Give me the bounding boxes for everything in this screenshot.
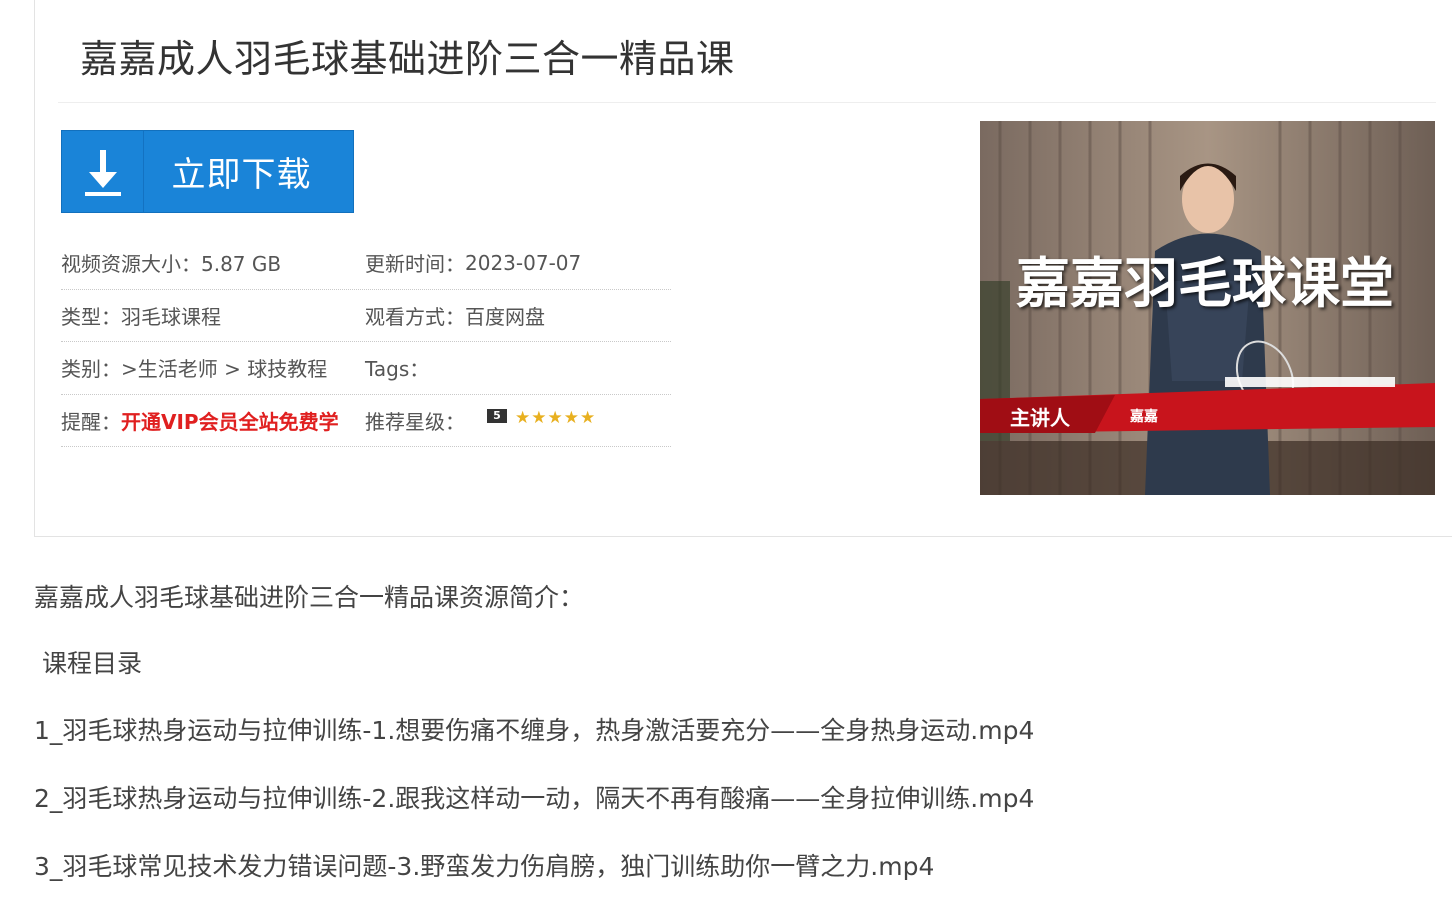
download-arrow-icon bbox=[62, 131, 144, 212]
stars-label: 推荐星级： bbox=[365, 409, 465, 434]
updated-value: 2023-07-07 bbox=[465, 250, 582, 275]
info-row-size: 视频资源大小：5.87 GB 更新时间： 2023-07-07 bbox=[61, 237, 671, 290]
tags-label: Tags： bbox=[365, 357, 430, 382]
stars: ★★★★★ bbox=[515, 404, 596, 428]
watch-label: 观看方式： bbox=[365, 304, 465, 329]
star-icon: ★ bbox=[580, 408, 596, 429]
download-button-label: 立即下载 bbox=[171, 155, 312, 195]
info-row-category: 类别：>生活老师 > 球技教程 Tags： bbox=[61, 342, 671, 395]
category-separator: > bbox=[217, 357, 248, 382]
star-icon: ★ bbox=[515, 408, 531, 429]
category-separator: > bbox=[121, 357, 138, 382]
page: 嘉嘉成人羽毛球基础进阶三合一精品课 立即下载 视频资源大小：5.87 GB 更新… bbox=[0, 0, 1452, 907]
size-value: 5.87 GB bbox=[201, 252, 282, 277]
page-title: 嘉嘉成人羽毛球基础进阶三合一精品课 bbox=[80, 37, 735, 81]
title-divider bbox=[58, 102, 1436, 103]
lesson-item: 1_羽毛球热身运动与拉伸训练-1.想要伤痛不缠身，热身激活要充分——全身热身运动… bbox=[34, 716, 1035, 745]
catalog-title: 课程目录 bbox=[42, 649, 143, 678]
info-row-type: 类型：羽毛球课程 观看方式： 百度网盘 bbox=[61, 290, 671, 342]
type-value: 羽毛球课程 bbox=[121, 304, 221, 329]
presenter-name: 嘉嘉 bbox=[1130, 409, 1158, 425]
updated-label: 更新时间： bbox=[365, 252, 465, 277]
presenter-label: 主讲人 bbox=[1010, 406, 1070, 430]
star-icon: ★ bbox=[563, 408, 579, 429]
lesson-item: 3_羽毛球常见技术发力错误问题-3.野蛮发力伤肩膀，独门训练助你一臂之力.mp4 bbox=[34, 852, 935, 881]
lesson-item: 2_羽毛球热身运动与拉伸训练-2.跟我这样动一动，隔天不再有酸痛——全身拉伸训练… bbox=[34, 784, 1035, 813]
type-label: 类型： bbox=[61, 304, 121, 329]
rating-badge: 5 bbox=[487, 409, 507, 424]
star-icon: ★ bbox=[531, 408, 547, 429]
thumbnail-headline: 嘉嘉羽毛球课堂 bbox=[1016, 252, 1394, 315]
category-link-ball-skills[interactable]: 球技教程 bbox=[247, 357, 327, 381]
watch-value: 百度网盘 bbox=[465, 304, 545, 329]
star-icon: ★ bbox=[547, 408, 563, 429]
size-label: 视频资源大小： bbox=[61, 252, 201, 277]
reminder-label: 提醒： bbox=[61, 409, 121, 434]
star-rating: 5 ★★★★★ bbox=[487, 404, 596, 428]
course-thumbnail[interactable]: 嘉嘉羽毛球课堂 主讲人 嘉嘉 bbox=[980, 121, 1435, 495]
vip-link[interactable]: 开通VIP会员全站免费学 bbox=[121, 410, 339, 434]
resource-info: 视频资源大小：5.87 GB 更新时间： 2023-07-07 类型：羽毛球课程 … bbox=[61, 237, 671, 447]
description-heading: 嘉嘉成人羽毛球基础进阶三合一精品课资源简介： bbox=[34, 583, 585, 612]
category-label: 类别： bbox=[61, 357, 121, 382]
download-button[interactable]: 立即下载 bbox=[61, 130, 354, 213]
info-row-reminder: 提醒：开通VIP会员全站免费学 推荐星级： 5 ★★★★★ bbox=[61, 395, 671, 447]
category-link-life-teacher[interactable]: 生活老师 bbox=[138, 357, 218, 381]
